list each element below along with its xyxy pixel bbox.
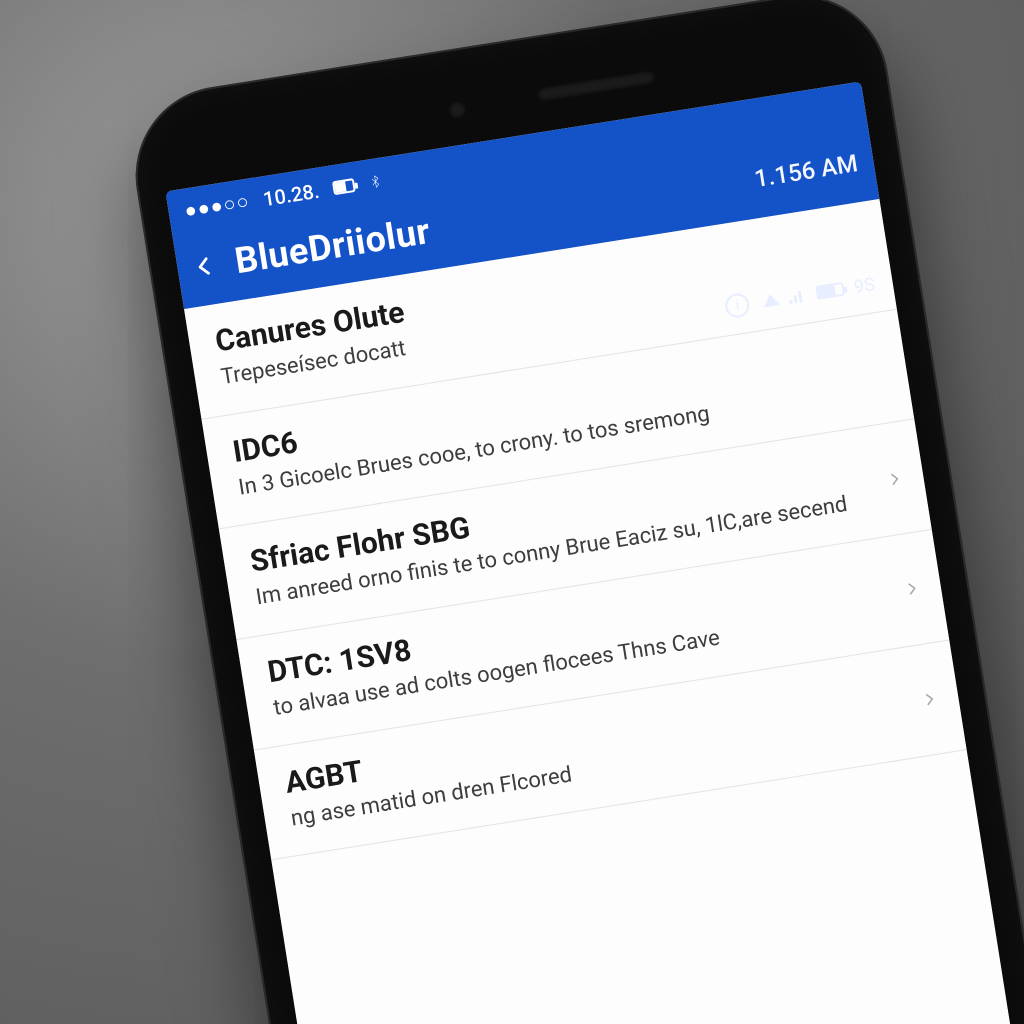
signal-dots-icon: ●●●○○	[183, 189, 252, 224]
phone-frame: ●●●○○ 10.28. BlueDriiolur 1.156 AM i	[123, 0, 1024, 1024]
chevron-right-icon	[919, 689, 940, 710]
results-list[interactable]: Canures Olute Trepeseísec docatt IDC6 In…	[184, 199, 1024, 1024]
bluetooth-icon	[367, 169, 384, 193]
app-title: BlueDriiolur	[232, 210, 433, 282]
screen: ●●●○○ 10.28. BlueDriiolur 1.156 AM i	[165, 81, 1024, 1024]
back-button[interactable]	[192, 254, 217, 279]
status-time: 10.28.	[261, 178, 321, 211]
chevron-right-icon	[884, 469, 905, 490]
header-clock: 1.156 AM	[752, 149, 859, 193]
chevron-right-icon	[902, 579, 923, 600]
battery-icon	[332, 178, 356, 195]
